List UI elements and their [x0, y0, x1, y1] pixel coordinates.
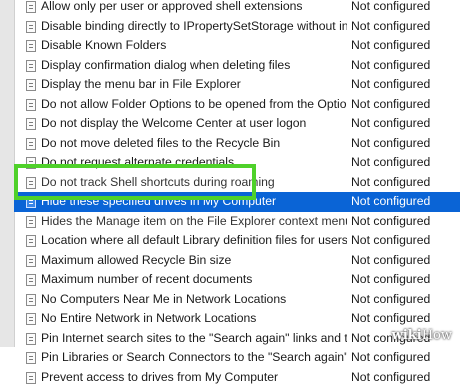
policy-row[interactable]: Disable Known FoldersNot configured: [14, 36, 460, 56]
policy-state: Not configured: [351, 368, 430, 387]
policy-setting-icon: [26, 118, 36, 130]
policy-setting-icon: [26, 196, 36, 208]
policy-row[interactable]: Display the menu bar in File ExplorerNot…: [14, 75, 460, 95]
policy-row-selected[interactable]: Hide these specified drives in My Comput…: [14, 192, 460, 212]
policy-setting-icon: [26, 1, 36, 13]
policy-setting-icon: [26, 274, 36, 286]
policy-name: Prevent access to drives from My Compute…: [41, 368, 347, 387]
policy-setting-icon: [26, 352, 36, 364]
policy-setting-icon: [26, 177, 36, 189]
policy-setting-icon: [26, 157, 36, 169]
policy-name: Display confirmation dialog when deletin…: [41, 56, 347, 76]
policy-state: Not configured: [351, 56, 430, 76]
policy-setting-icon: [26, 60, 36, 72]
policy-name: No Computers Near Me in Network Location…: [41, 290, 347, 310]
policy-setting-icon: [26, 79, 36, 91]
policy-setting-icon: [26, 255, 36, 267]
navigation-pane-edge: [0, 0, 15, 347]
policy-setting-icon: [26, 21, 36, 33]
policy-setting-icon: [26, 138, 36, 150]
policy-name: Do not track Shell shortcuts during roam…: [41, 173, 347, 193]
policy-state: Not configured: [351, 231, 430, 251]
policy-state: Not configured: [351, 75, 430, 95]
policy-state: Not configured: [351, 251, 430, 271]
policy-name: Pin Libraries or Search Connectors to th…: [41, 348, 347, 368]
policy-state: Not configured: [351, 270, 430, 290]
policy-state: Not configured: [351, 290, 430, 310]
policy-name: Maximum allowed Recycle Bin size: [41, 251, 347, 271]
policy-state: Not configured: [351, 212, 430, 232]
policy-name: Do not request alternate credentials: [41, 153, 347, 173]
policy-name: Do not display the Welcome Center at use…: [41, 114, 347, 134]
policy-row[interactable]: Display confirmation dialog when deletin…: [14, 56, 460, 76]
policy-row[interactable]: Maximum allowed Recycle Bin sizeNot conf…: [14, 251, 460, 271]
policy-row[interactable]: Location where all default Library defin…: [14, 231, 460, 251]
policy-row[interactable]: Allow only per user or approved shell ex…: [14, 0, 460, 17]
policy-name: Allow only per user or approved shell ex…: [41, 0, 347, 17]
policy-name: Display the menu bar in File Explorer: [41, 75, 347, 95]
policy-setting-icon: [26, 294, 36, 306]
policy-row[interactable]: No Entire Network in Network LocationsNo…: [14, 309, 460, 329]
policy-name: Disable Known Folders: [41, 36, 347, 56]
policy-setting-icon: [26, 235, 36, 247]
policy-state: Not configured: [351, 309, 430, 329]
policy-state: Not configured: [351, 0, 430, 17]
policy-state: Not configured: [351, 17, 430, 37]
policy-name: No Entire Network in Network Locations: [41, 309, 347, 329]
policy-row[interactable]: No Computers Near Me in Network Location…: [14, 290, 460, 310]
policy-name: Hides the Manage item on the File Explor…: [41, 212, 347, 232]
policy-state: Not configured: [351, 36, 430, 56]
policy-setting-icon: [26, 333, 36, 345]
policy-row[interactable]: Do not move deleted files to the Recycle…: [14, 134, 460, 154]
policy-state: Not configured: [351, 134, 430, 154]
policy-state: Not configured: [351, 192, 430, 212]
policy-name: Do not move deleted files to the Recycle…: [41, 134, 347, 154]
policy-name: Do not allow Folder Options to be opened…: [41, 95, 347, 115]
policy-name: Disable binding directly to IPropertySet…: [41, 17, 347, 37]
policy-name: Hide these specified drives in My Comput…: [41, 192, 347, 212]
policy-name: Location where all default Library defin…: [41, 231, 347, 251]
wikihow-watermark: wikiHow: [392, 328, 452, 343]
policy-row[interactable]: Do not display the Welcome Center at use…: [14, 114, 460, 134]
policy-row[interactable]: Maximum number of recent documentsNot co…: [14, 270, 460, 290]
policy-state: Not configured: [351, 95, 430, 115]
policy-row[interactable]: Disable binding directly to IPropertySet…: [14, 17, 460, 37]
policy-setting-icon: [26, 372, 36, 384]
policy-row[interactable]: Do not allow Folder Options to be opened…: [14, 95, 460, 115]
policy-row[interactable]: Do not track Shell shortcuts during roam…: [14, 173, 460, 193]
policy-state: Not configured: [351, 153, 430, 173]
policy-row[interactable]: Pin Libraries or Search Connectors to th…: [14, 348, 460, 368]
policy-setting-icon: [26, 99, 36, 111]
policy-row[interactable]: Prevent access to drives from My Compute…: [14, 368, 460, 387]
policy-row[interactable]: Do not request alternate credentialsNot …: [14, 153, 460, 173]
policy-setting-icon: [26, 40, 36, 52]
policy-row[interactable]: Hides the Manage item on the File Explor…: [14, 212, 460, 232]
policy-name: Pin Internet search sites to the "Search…: [41, 329, 347, 349]
policy-setting-icon: [26, 313, 36, 325]
policy-name: Maximum number of recent documents: [41, 270, 347, 290]
policy-state: Not configured: [351, 173, 430, 193]
policy-setting-icon: [26, 216, 36, 228]
policy-state: Not configured: [351, 114, 430, 134]
policy-state: Not configured: [351, 348, 430, 368]
